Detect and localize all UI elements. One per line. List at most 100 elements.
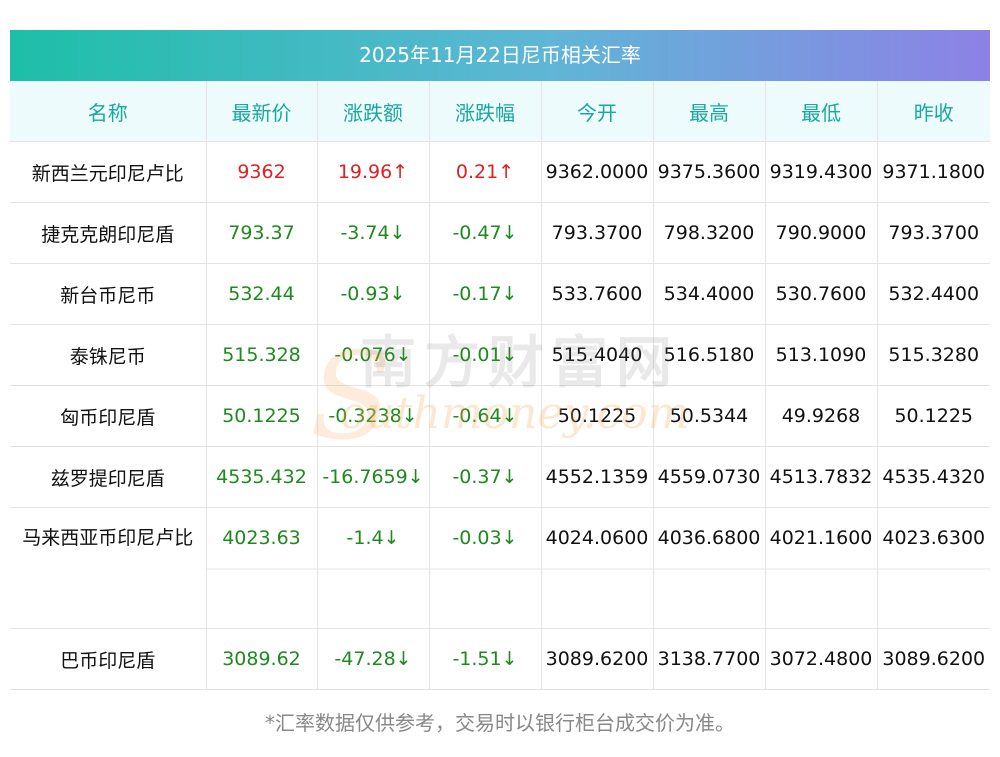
- low-price-cell-value: 49.9268: [781, 405, 861, 427]
- open-price-cell-value: 4024.0600: [545, 527, 649, 549]
- low-price-cell-value: 4513.7832: [769, 466, 873, 488]
- change-pct-cell: -0.03↓: [429, 507, 542, 629]
- open-price-cell-value: 9362.0000: [545, 161, 649, 183]
- prev-close-cell: 515.3280: [877, 324, 990, 386]
- disclaimer-footnote: *汇率数据仅供参考，交易时以银行柜台成交价为准。: [265, 711, 735, 735]
- open-price-cell: 3089.6200: [541, 628, 654, 690]
- low-price-cell: 790.9000: [765, 202, 878, 264]
- change-pct-cell-value: -0.01: [452, 344, 502, 366]
- table-row: 马来西亚币印尼卢比 4023.63 -1.4 ↓ -0.03↓ 4024.0600 4036…: [10, 507, 990, 629]
- open-price-cell-value: 50.1225: [557, 405, 637, 427]
- currency-name-cell: 新西兰元印尼卢比: [10, 141, 207, 203]
- change-amount-cell: -3.74↓: [317, 202, 430, 264]
- low-price-cell-value: 4021.1600: [769, 527, 873, 549]
- change-amount-cell: -47.28↓: [317, 628, 430, 690]
- high-price-cell: 534.4000: [653, 263, 766, 325]
- arrow-down-icon: ↓: [389, 222, 406, 244]
- table-row: 新西兰元印尼卢比 9362 19.96↑ 0.21↑ 9362.0000 9375.360…: [10, 141, 990, 203]
- prev-close-cell-value: 793.3700: [888, 222, 980, 244]
- open-price-cell: 9362.0000: [541, 141, 654, 203]
- change-amount-cell-value: -0.3238: [328, 405, 402, 427]
- arrow-down-icon: ↓: [395, 344, 412, 366]
- low-price-cell: 49.9268: [765, 385, 878, 447]
- high-price-cell: 516.5180: [653, 324, 766, 386]
- table-row: 匈币印尼盾 50.1225 -0.3238↓ -0.64↓ 50.1225 50.5344…: [10, 385, 990, 447]
- high-price-cell-value: 798.3200: [663, 222, 755, 244]
- high-price-cell-value: 3138.7700: [657, 648, 761, 670]
- header-latest: 最新价: [206, 81, 318, 142]
- table-row: 巴币印尼盾 3089.62 -47.28↓ -1.51↓ 3089.6200 3138.7…: [10, 628, 990, 690]
- currency-name-cell-value: 匈币印尼盾: [60, 406, 156, 429]
- change-pct-cell: -0.47↓: [429, 202, 542, 264]
- table-row: 泰铢尼币 515.328 -0.076↓ -0.01↓ 515.4040 516.5180…: [10, 324, 990, 386]
- high-price-cell-value: 50.5344: [669, 405, 749, 427]
- currency-name-cell: 新台币尼币: [10, 263, 207, 325]
- prev-close-cell: 9371.1800: [877, 141, 990, 203]
- arrow-up-icon: ↑: [392, 161, 409, 183]
- prev-close-cell-value: 532.4400: [888, 283, 980, 305]
- arrow-down-icon: ↓: [395, 648, 412, 670]
- change-amount-cell-value: -16.7659: [322, 466, 408, 488]
- open-price-cell: 50.1225: [541, 385, 654, 447]
- change-pct-cell: -0.37↓: [429, 446, 542, 508]
- low-price-cell-value: 3072.4800: [769, 648, 873, 670]
- header-high: 最高: [653, 81, 766, 142]
- latest-price-cell-value: 9362: [237, 161, 286, 183]
- currency-name-cell: 捷克克朗印尼盾: [10, 202, 207, 264]
- currency-name-cell-value: 马来西亚币印尼卢比: [22, 527, 194, 549]
- latest-price-cell-value: 4535.432: [216, 466, 307, 488]
- low-price-cell: 4021.1600: [765, 507, 878, 629]
- high-price-cell-value: 516.5180: [663, 344, 755, 366]
- currency-name-cell-value: 巴币印尼盾: [60, 649, 156, 672]
- open-price-cell-value: 4552.1359: [545, 466, 649, 488]
- prev-close-cell-value: 9371.1800: [882, 161, 986, 183]
- table-header-row: 名称 最新价 涨跌额 涨跌幅 今开 最高 最低 昨收: [10, 81, 990, 142]
- arrow-down-icon: ↓: [501, 527, 518, 549]
- change-pct-cell-value: -0.37: [452, 466, 502, 488]
- change-pct-cell: -0.17↓: [429, 263, 542, 325]
- low-price-cell-value: 513.1090: [775, 344, 867, 366]
- change-amount-cell-value: 19.96: [337, 161, 393, 183]
- table-row: 新台币尼币 532.44 -0.93↓ -0.17↓ 533.7600 534.4000 5…: [10, 263, 990, 325]
- open-price-cell: 515.4040: [541, 324, 654, 386]
- open-price-cell-value: 3089.6200: [545, 648, 649, 670]
- prev-close-cell-value: 50.1225: [894, 405, 974, 427]
- page-title: 2025年11月22日尼币相关汇率: [10, 30, 990, 81]
- arrow-down-icon: ↓: [501, 222, 518, 244]
- latest-price-cell-value: 793.37: [228, 222, 295, 244]
- change-amount-cell: -0.076↓: [317, 324, 430, 386]
- latest-price-cell: 4535.432: [206, 446, 318, 508]
- prev-close-cell: 532.4400: [877, 263, 990, 325]
- latest-price-cell-value: 4023.63: [222, 527, 301, 549]
- high-price-cell: 9375.3600: [653, 141, 766, 203]
- latest-price-cell: 4023.63: [206, 507, 318, 629]
- low-price-cell: 9319.4300: [765, 141, 878, 203]
- latest-price-cell: 532.44: [206, 263, 318, 325]
- low-price-cell-value: 9319.4300: [769, 161, 873, 183]
- high-price-cell: 50.5344: [653, 385, 766, 447]
- open-price-cell-value: 515.4040: [551, 344, 643, 366]
- header-change: 涨跌额: [317, 81, 430, 142]
- currency-name-cell: 马来西亚币印尼卢比: [10, 507, 207, 629]
- prev-close-cell-value: 4023.6300: [882, 527, 986, 549]
- latest-price-cell-value: 532.44: [228, 283, 295, 305]
- change-amount-cell: -0.93↓: [317, 263, 430, 325]
- open-price-cell: 4024.0600: [541, 507, 654, 629]
- change-pct-cell: 0.21↑: [429, 141, 542, 203]
- low-price-cell: 3072.4800: [765, 628, 878, 690]
- arrow-down-icon: ↓: [501, 648, 518, 670]
- change-pct-cell-value: -1.51: [452, 648, 502, 670]
- currency-name-cell: 巴币印尼盾: [10, 628, 207, 690]
- latest-price-cell: 50.1225: [206, 385, 318, 447]
- change-amount-cell-value: -1.4: [346, 527, 384, 549]
- change-pct-cell-value: -0.64: [452, 405, 502, 427]
- change-pct-cell: -0.01↓: [429, 324, 542, 386]
- arrow-down-icon: ↓: [407, 466, 424, 488]
- high-price-cell-value: 9375.3600: [657, 161, 761, 183]
- high-price-cell-value: 4036.6800: [657, 527, 761, 549]
- arrow-down-icon: ↓: [401, 405, 418, 427]
- header-prev-close: 昨收: [877, 81, 990, 142]
- currency-name-cell: 泰铢尼币: [10, 324, 207, 386]
- prev-close-cell-value: 515.3280: [888, 344, 980, 366]
- latest-price-cell: 793.37: [206, 202, 318, 264]
